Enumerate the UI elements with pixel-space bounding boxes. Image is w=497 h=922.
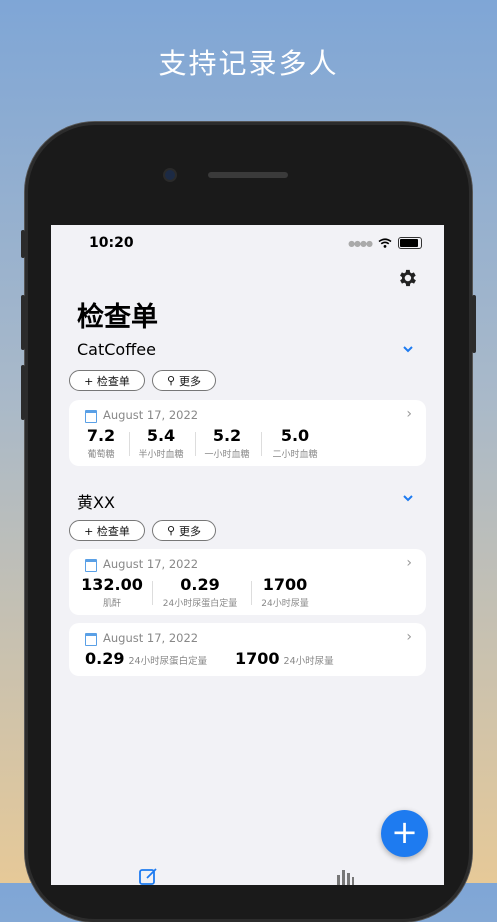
add-checklist-button[interactable]: + 检查单 bbox=[69, 370, 145, 391]
record-date: August 17, 2022 bbox=[103, 631, 199, 645]
search-icon: ⚲ bbox=[166, 524, 176, 537]
metric: 0.29 24小时尿蛋白定量 bbox=[85, 649, 207, 668]
metric: 132.00 肌酐 bbox=[79, 575, 145, 609]
metric-value: 5.2 bbox=[212, 426, 242, 445]
record-card[interactable]: August 17, 2022 › 0.29 24小时尿蛋白定量 1700 24小时… bbox=[69, 623, 426, 676]
chevron-down-icon[interactable] bbox=[402, 492, 414, 504]
metric: 5.0 二小时血糖 bbox=[265, 426, 325, 460]
add-checklist-label: + 检查单 bbox=[84, 524, 130, 538]
metric-value: 132.00 bbox=[81, 575, 143, 594]
metric-value: 1700 bbox=[235, 649, 280, 668]
gear-icon[interactable] bbox=[396, 267, 418, 289]
page-title: 检查单 bbox=[77, 302, 158, 333]
speaker-grille bbox=[208, 172, 288, 178]
chevron-right-icon: › bbox=[406, 629, 412, 645]
divider bbox=[251, 581, 252, 605]
add-record-button[interactable]: + bbox=[381, 810, 428, 857]
add-checklist-label: + 检查单 bbox=[84, 374, 130, 388]
mute-switch bbox=[21, 230, 25, 258]
chevron-right-icon: › bbox=[406, 555, 412, 571]
metric-label: 24小时尿蛋白定量 bbox=[162, 599, 238, 609]
power-button bbox=[472, 295, 476, 353]
metric-label: 葡萄糖 bbox=[87, 450, 115, 460]
wifi-icon bbox=[378, 238, 392, 248]
volume-down-button bbox=[21, 365, 25, 420]
more-label: 更多 bbox=[179, 374, 202, 388]
add-checklist-button[interactable]: + 检查单 bbox=[69, 520, 145, 541]
metric: 5.2 一小时血糖 bbox=[199, 426, 255, 460]
divider bbox=[261, 432, 262, 456]
signal-icon: ●●●● bbox=[348, 238, 373, 248]
record-card[interactable]: August 17, 2022 › 7.2 葡萄糖 5.4 半小时血糖 5.2 … bbox=[69, 400, 426, 466]
metric: 1700 24小时尿量 bbox=[235, 649, 334, 668]
metric-label: 24小时尿蛋白定量 bbox=[128, 656, 208, 667]
status-icons: ●●●● bbox=[348, 237, 422, 249]
record-date: August 17, 2022 bbox=[103, 557, 199, 571]
metric: 7.2 葡萄糖 bbox=[79, 426, 123, 460]
group-name[interactable]: 黄XX bbox=[77, 489, 115, 513]
metric-value: 0.29 bbox=[85, 649, 125, 668]
calendar-icon bbox=[85, 410, 97, 423]
metric-value: 0.29 bbox=[180, 575, 220, 594]
metric-value: 5.0 bbox=[280, 426, 310, 445]
battery-icon bbox=[398, 237, 422, 249]
headline: 支持记录多人 bbox=[158, 47, 339, 80]
metric-label: 半小时血糖 bbox=[138, 450, 184, 460]
divider bbox=[195, 432, 196, 456]
metric-label: 一小时血糖 bbox=[204, 450, 250, 460]
more-button[interactable]: ⚲ 更多 bbox=[152, 370, 216, 391]
search-icon: ⚲ bbox=[166, 374, 176, 387]
metric: 1700 24小时尿量 bbox=[255, 575, 315, 609]
edit-icon[interactable] bbox=[139, 867, 159, 885]
metric-value: 7.2 bbox=[86, 426, 116, 445]
calendar-icon bbox=[85, 559, 97, 572]
chevron-right-icon: › bbox=[406, 406, 412, 422]
more-button[interactable]: ⚲ 更多 bbox=[152, 520, 216, 541]
divider bbox=[152, 581, 153, 605]
status-time: 10:20 bbox=[89, 235, 134, 251]
front-camera bbox=[165, 170, 175, 180]
chevron-down-icon[interactable] bbox=[402, 343, 414, 355]
group-name[interactable]: CatCoffee bbox=[77, 340, 156, 359]
metric: 0.29 24小时尿蛋白定量 bbox=[155, 575, 245, 609]
metric: 5.4 半小时血糖 bbox=[133, 426, 189, 460]
metric-label: 肌酐 bbox=[102, 599, 121, 609]
volume-up-button bbox=[21, 295, 25, 350]
metric-label: 二小时血糖 bbox=[272, 450, 318, 460]
divider bbox=[129, 432, 130, 456]
record-date: August 17, 2022 bbox=[103, 408, 199, 422]
metric-value: 5.4 bbox=[146, 426, 176, 445]
app-screen: 10:20 ●●●● 检查单 CatCoffee + 检查单 ⚲ 更多 Augu… bbox=[51, 225, 444, 885]
more-label: 更多 bbox=[179, 524, 202, 538]
calendar-icon bbox=[85, 633, 97, 646]
record-card[interactable]: August 17, 2022 › 132.00 肌酐 0.29 24小时尿蛋白… bbox=[69, 549, 426, 615]
metric-value: 1700 bbox=[262, 575, 308, 594]
metric-label: 24小时尿量 bbox=[283, 656, 334, 667]
chart-icon[interactable] bbox=[335, 867, 355, 885]
metric-label: 24小时尿量 bbox=[261, 599, 309, 609]
